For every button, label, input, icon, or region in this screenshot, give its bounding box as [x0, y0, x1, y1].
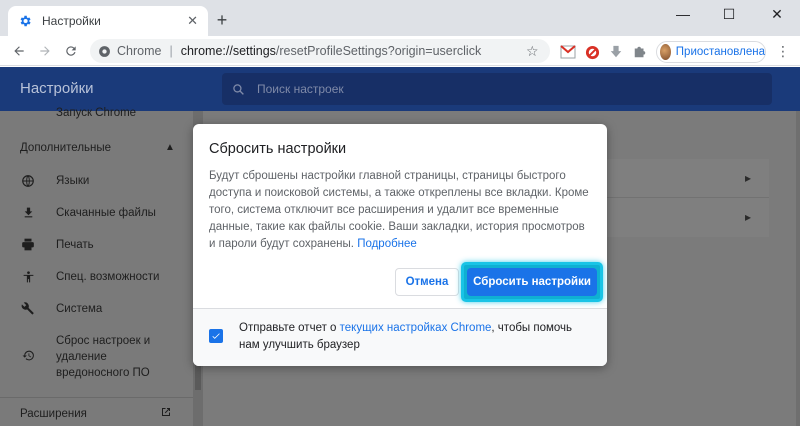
report-label: Отправьте отчет о текущих настройках Chr…: [239, 322, 573, 351]
report-checkbox[interactable]: [209, 329, 223, 343]
sidebar-item-downloads[interactable]: Скачанные файлы: [0, 205, 190, 221]
sidebar-divider: [0, 397, 193, 398]
settings-sidebar: Запуск Chrome Дополнительные ▲ Языки Ска…: [0, 107, 203, 426]
reset-settings-button[interactable]: Сбросить настройки: [467, 268, 597, 296]
tab-settings[interactable]: Настройки ✕: [8, 6, 208, 36]
arrow-left-icon: [14, 46, 24, 56]
page-title: Настройки: [20, 80, 94, 97]
tab-title: Настройки: [42, 14, 101, 28]
bookmark-star-icon[interactable]: ☆: [526, 43, 539, 60]
download-icon: [0, 205, 56, 219]
cancel-button[interactable]: Отмена: [395, 268, 459, 296]
address-bar[interactable]: Chrome | chrome://settings/resetProfileS…: [90, 39, 550, 63]
close-tab-icon[interactable]: ✕: [187, 13, 198, 29]
current-settings-link[interactable]: текущих настройках Chrome: [340, 322, 492, 334]
profile-button[interactable]: Приостановлена: [656, 41, 766, 63]
url-separator: |: [169, 44, 173, 58]
highlight-frame: Сбросить настройки: [461, 262, 603, 302]
dialog-title: Сбросить настройки: [209, 141, 347, 157]
back-button[interactable]: [8, 40, 30, 62]
arrow-right-icon: [40, 46, 50, 56]
open-external-icon: [160, 406, 172, 421]
gmail-extension-icon[interactable]: [560, 44, 576, 60]
accessibility-icon: [0, 269, 56, 284]
search-icon: [233, 83, 244, 95]
new-tab-button[interactable]: +: [212, 10, 232, 30]
dialog-description: Будут сброшены настройки главной страниц…: [209, 168, 593, 253]
sidebar-item-startup[interactable]: Запуск Chrome: [0, 105, 190, 121]
reset-icon: [0, 333, 56, 362]
sidebar-item-accessibility[interactable]: Спец. возможности: [0, 269, 190, 285]
reload-button[interactable]: [60, 40, 82, 62]
minimize-button[interactable]: —: [660, 0, 706, 28]
tab-strip: Настройки ✕ + — ☐ ✕: [0, 0, 800, 36]
maximize-button[interactable]: ☐: [706, 0, 752, 28]
gear-icon: [18, 14, 32, 28]
dialog-footer: Отправьте отчет о текущих настройках Chr…: [193, 309, 607, 366]
download-extension-icon[interactable]: [608, 44, 624, 60]
globe-icon: [0, 173, 56, 188]
wrench-icon: [0, 301, 56, 316]
search-input[interactable]: Поиск настроек: [222, 73, 772, 105]
reset-settings-dialog: Сбросить настройки Будут сброшены настро…: [193, 124, 607, 366]
search-placeholder: Поиск настроек: [257, 82, 344, 96]
block-extension-icon[interactable]: [584, 44, 600, 60]
sidebar-item-languages[interactable]: Языки: [0, 173, 190, 189]
sidebar-item-print[interactable]: Печать: [0, 237, 190, 253]
url-path: /resetProfileSettings?origin=userclick: [275, 44, 482, 58]
reload-icon: [66, 46, 76, 56]
learn-more-link[interactable]: Подробнее: [357, 238, 417, 250]
browser-toolbar: Chrome | chrome://settings/resetProfileS…: [0, 36, 800, 66]
window-edge: [796, 111, 800, 426]
more-menu-icon[interactable]: ⋮: [776, 44, 790, 58]
chevron-right-icon: ▸: [744, 171, 751, 185]
chrome-icon: [99, 45, 110, 57]
sidebar-item-system[interactable]: Система: [0, 301, 190, 317]
sidebar-section-advanced[interactable]: Дополнительные ▲: [20, 142, 175, 154]
avatar: [660, 44, 671, 60]
puzzle-extension-icon[interactable]: [632, 44, 648, 60]
sidebar-item-reset[interactable]: Сброс настроек и удаление вредоносного П…: [0, 333, 180, 381]
profile-status: Приостановлена: [675, 46, 765, 58]
chevron-up-icon: ▲: [165, 142, 175, 153]
checkmark-icon: [212, 333, 220, 339]
site-label: Chrome: [117, 44, 162, 58]
chevron-right-icon: ▸: [744, 210, 751, 224]
forward-button[interactable]: [34, 40, 56, 62]
print-icon: [0, 237, 56, 251]
close-window-button[interactable]: ✕: [754, 0, 800, 28]
url-main: chrome://settings: [180, 44, 276, 58]
sidebar-item-extensions[interactable]: Расширения: [20, 408, 170, 420]
